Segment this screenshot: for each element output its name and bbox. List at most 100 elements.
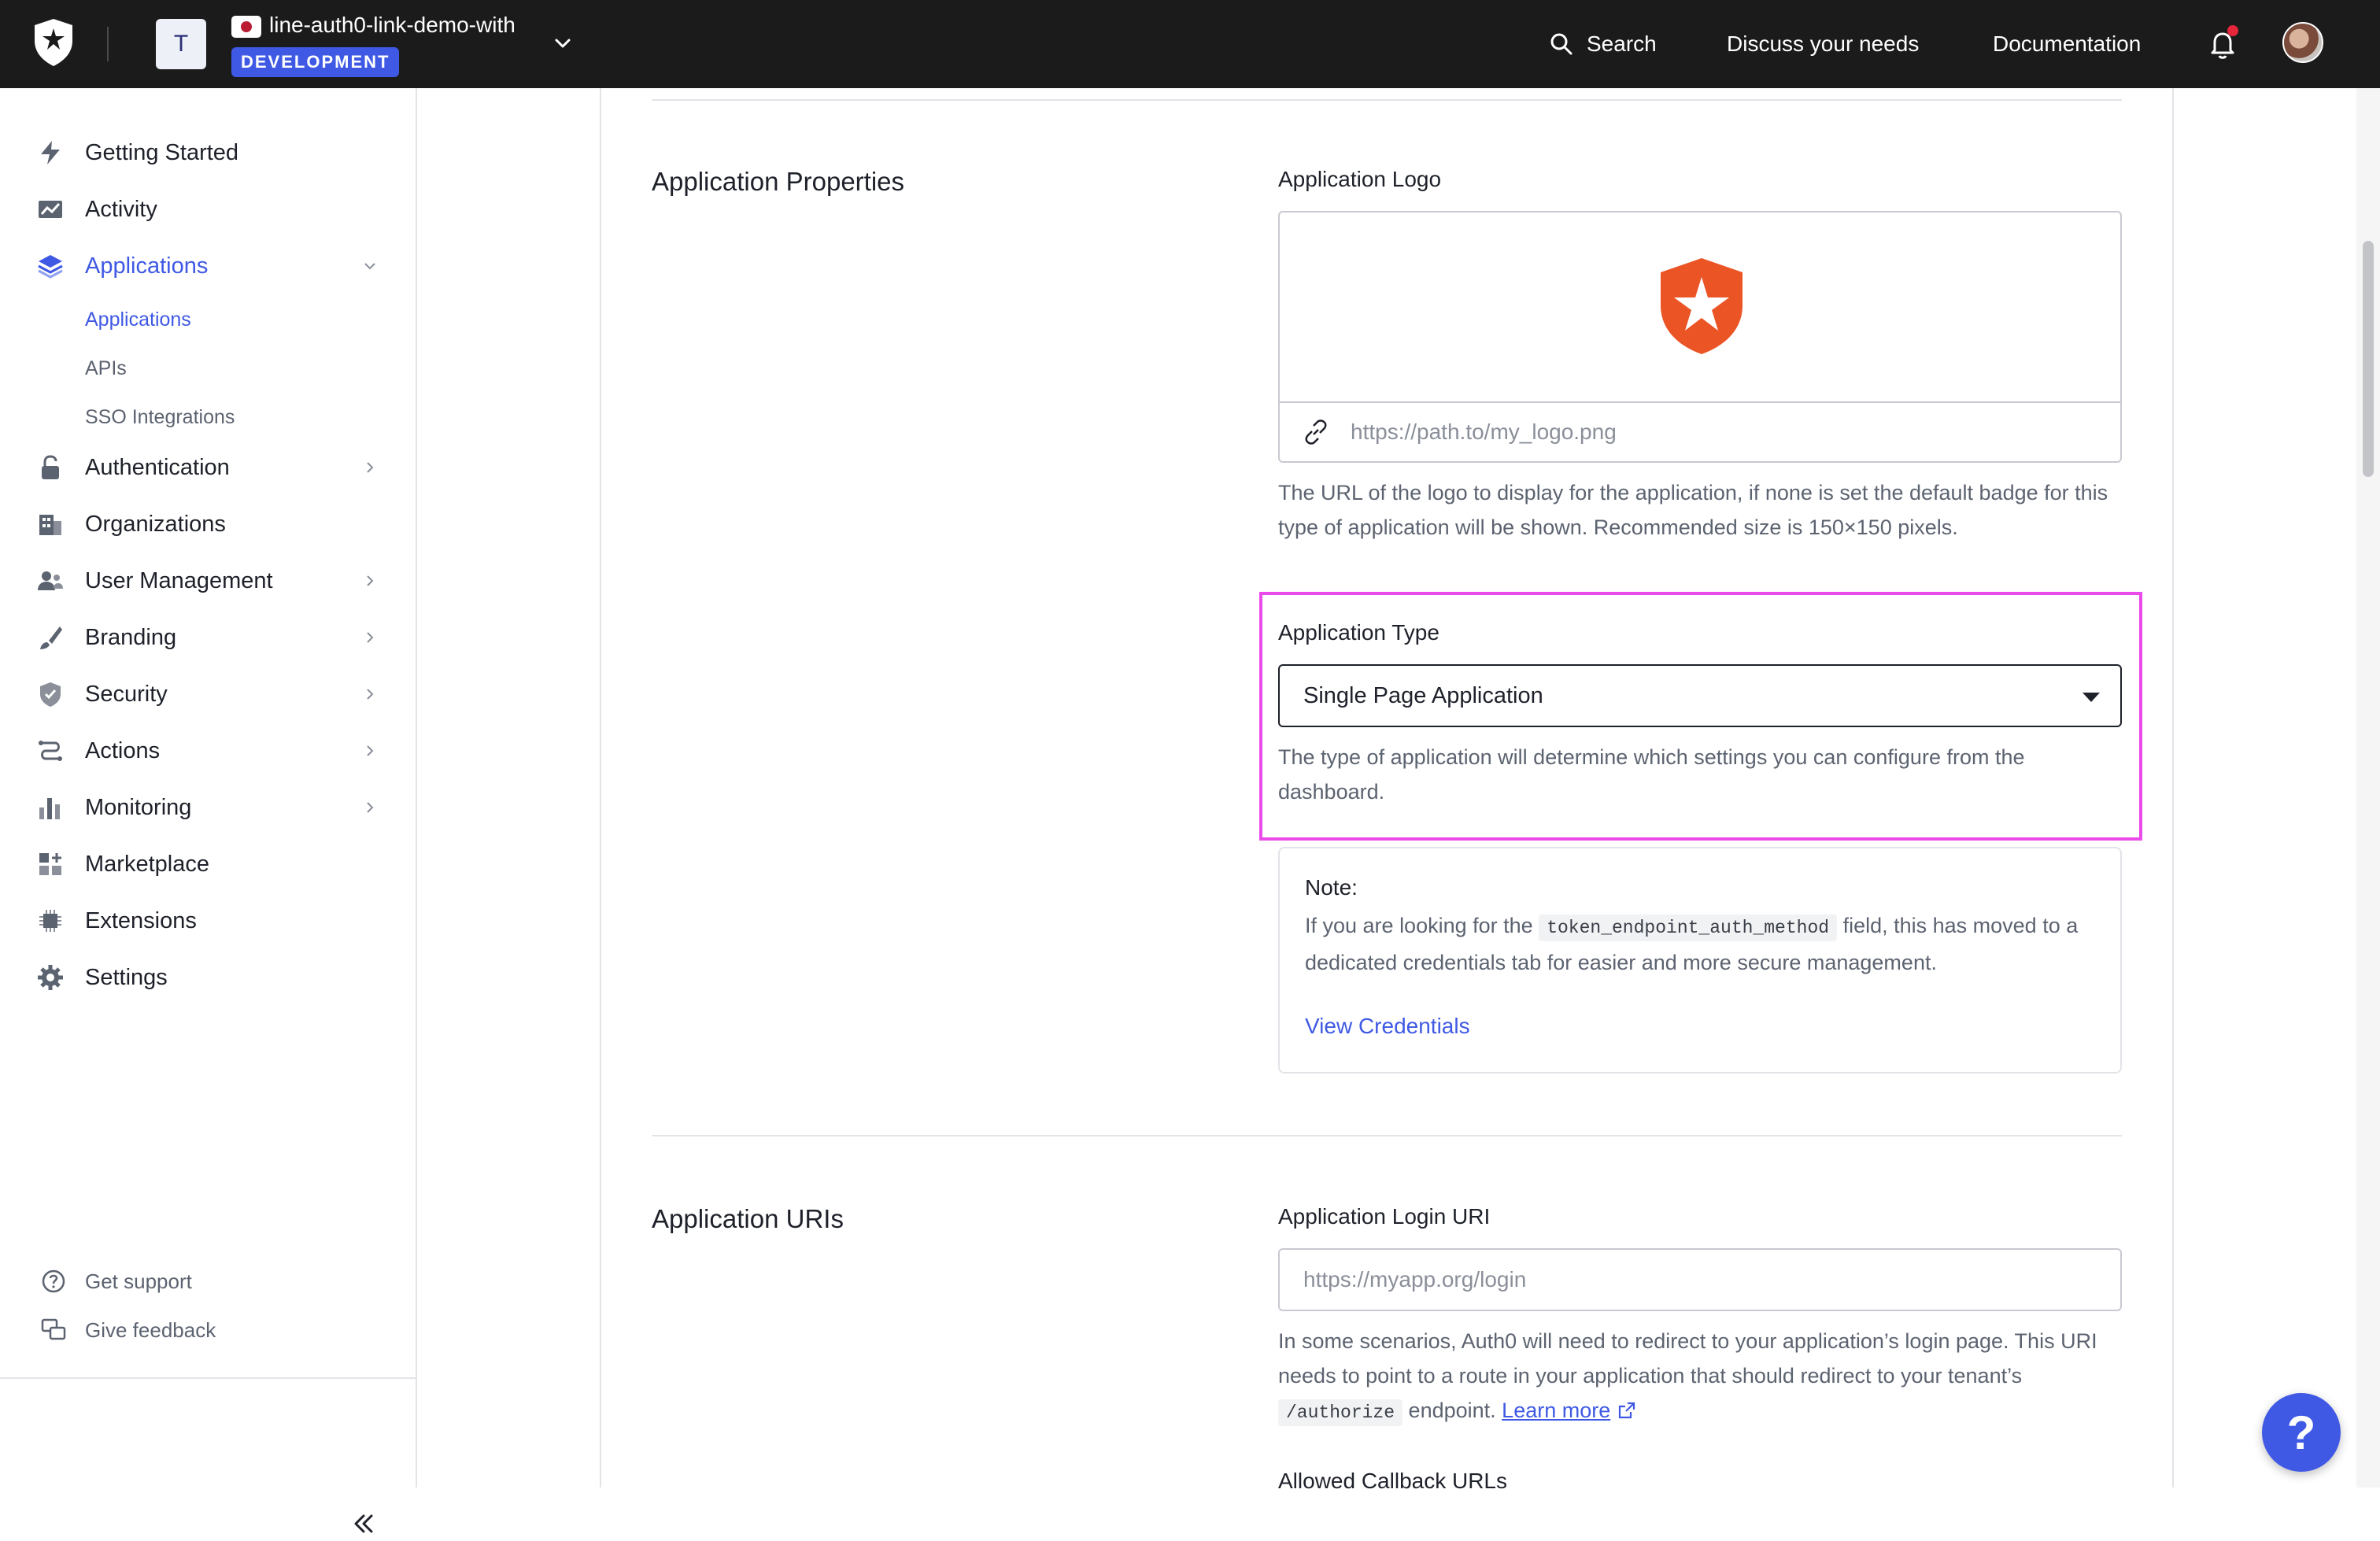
chart-line-icon	[35, 194, 66, 225]
search-label: Search	[1587, 31, 1657, 56]
login-help-after: endpoint.	[1408, 1399, 1496, 1422]
building-icon	[35, 508, 66, 540]
application-logo-field	[1278, 211, 2122, 463]
chevron-right-icon[interactable]	[359, 626, 381, 649]
sidebar-item-monitoring[interactable]: Monitoring	[35, 789, 381, 826]
sidebar-item-marketplace[interactable]: Marketplace	[35, 845, 381, 883]
bar-chart-icon	[35, 792, 66, 823]
get-support-label: Get support	[85, 1269, 192, 1293]
login-help-code: /authorize	[1278, 1399, 1403, 1426]
note-text-before: If you are looking for the	[1305, 914, 1533, 937]
sidebar-item-label: Organizations	[85, 511, 226, 537]
section-divider	[652, 1135, 2122, 1136]
sidebar-item-branding[interactable]: Branding	[35, 619, 381, 656]
chip-icon	[35, 905, 66, 937]
logo-url-input[interactable]	[1349, 419, 2057, 445]
sidebar-divider	[0, 1377, 416, 1379]
gear-icon	[35, 962, 66, 993]
application-type-help-text: The type of application will determine w…	[1278, 745, 2025, 804]
scrollbar-thumb[interactable]	[2363, 241, 2374, 477]
auth0-logo-icon[interactable]	[31, 17, 76, 68]
chevron-down-icon[interactable]	[359, 255, 381, 277]
sidebar-item-label: Extensions	[85, 907, 197, 933]
topbar-divider	[107, 27, 109, 61]
tenant-name[interactable]: line-auth0-link-demo-with	[269, 13, 538, 44]
application-logo-label: Application Logo	[1278, 167, 1442, 191]
flow-icon	[35, 735, 66, 767]
allowed-callback-urls-label: Allowed Callback URLs	[1278, 1469, 1508, 1493]
login-uri-input[interactable]	[1280, 1250, 2120, 1310]
lock-icon	[35, 452, 66, 483]
chevron-right-icon[interactable]	[359, 796, 381, 819]
collapse-sidebar-icon[interactable]	[346, 1506, 381, 1541]
section-divider	[652, 99, 2122, 101]
application-uris-title: Application URIs	[652, 1204, 844, 1233]
login-uri-help-text: In some scenarios, Auth0 will need to re…	[1278, 1324, 2128, 1430]
sidebar-subitem-sso-integrations[interactable]: SSO Integrations	[85, 401, 235, 433]
sidebar-item-label: Monitoring	[85, 794, 192, 820]
sidebar-item-authentication[interactable]: Authentication	[35, 449, 381, 486]
application-type-label: Application Type	[1278, 620, 1439, 645]
help-button[interactable]: ?	[2262, 1393, 2341, 1472]
sidebar-item-label: Marketplace	[85, 851, 209, 877]
login-uri-label: Application Login URI	[1278, 1204, 1491, 1229]
give-feedback-label: Give feedback	[85, 1317, 216, 1342]
sidebar-subitem-apis[interactable]: APIs	[85, 353, 127, 384]
discuss-needs-link[interactable]: Discuss your needs	[1727, 27, 1919, 61]
sidebar-item-user-management[interactable]: User Management	[35, 562, 381, 600]
sidebar-item-label: Settings	[85, 964, 168, 990]
layers-icon	[35, 250, 66, 282]
view-credentials-link[interactable]: View Credentials	[1305, 1014, 1470, 1039]
sidebar-item-label: User Management	[85, 567, 273, 593]
sidebar-item-label: Authentication	[85, 454, 230, 480]
sidebar-item-actions[interactable]: Actions	[35, 732, 381, 770]
sidebar-item-label: Getting Started	[85, 139, 239, 165]
application-type-value: Single Page Application	[1303, 682, 1543, 708]
caret-down-icon	[2082, 693, 2100, 702]
feedback-icon	[41, 1318, 66, 1340]
search-icon	[1550, 33, 1572, 55]
note-body: If you are looking for the token_endpoin…	[1305, 908, 2100, 980]
sidebar-item-applications[interactable]: Applications	[35, 247, 381, 285]
sidebar-item-label: Actions	[85, 737, 161, 763]
chevron-right-icon[interactable]	[359, 683, 381, 705]
user-avatar[interactable]	[2282, 22, 2323, 63]
sidebar-item-getting-started[interactable]: Getting Started	[35, 134, 381, 172]
help-circle-icon	[42, 1269, 65, 1293]
tenant-flag-icon	[231, 16, 261, 38]
notification-dot	[2227, 25, 2238, 36]
chevron-right-icon[interactable]	[359, 740, 381, 762]
sidebar-item-label: Branding	[85, 624, 177, 650]
sidebar-subitem-applications[interactable]: Applications	[85, 304, 191, 335]
sidebar-item-activity[interactable]: Activity	[35, 190, 381, 228]
give-feedback-link[interactable]: Give feedback	[39, 1314, 216, 1346]
note-code: token_endpoint_auth_method	[1539, 915, 1838, 941]
tenant-avatar[interactable]: T	[156, 19, 206, 69]
sidebar-item-extensions[interactable]: Extensions	[35, 902, 381, 940]
top-bar: T line-auth0-link-demo-with DEVELOPMENT …	[0, 0, 2380, 88]
sidebar-item-settings[interactable]: Settings	[35, 959, 381, 996]
search-button[interactable]: Search	[1549, 27, 1657, 61]
tenant-chevron-down-icon[interactable]	[551, 31, 575, 55]
sidebar-item-label: Applications	[85, 253, 209, 279]
shield-icon	[35, 678, 66, 710]
chevron-right-icon[interactable]	[359, 570, 381, 592]
sidebar-item-organizations[interactable]: Organizations	[35, 505, 381, 543]
sidebar-item-security[interactable]: Security	[35, 675, 381, 713]
application-type-select[interactable]: Single Page Application	[1278, 664, 2122, 727]
get-support-link[interactable]: Get support	[39, 1266, 192, 1297]
users-icon	[35, 565, 66, 597]
documentation-link[interactable]: Documentation	[1993, 27, 2141, 61]
note-title: Note:	[1305, 875, 1358, 900]
brush-icon	[35, 622, 66, 653]
learn-more-link[interactable]: Learn more	[1502, 1399, 1610, 1422]
logo-url-row	[1280, 403, 2120, 461]
logo-help-text: The URL of the logo to display for the a…	[1278, 481, 2108, 539]
login-uri-field	[1278, 1248, 2122, 1311]
external-link-icon	[1618, 1402, 1635, 1419]
sidebar: Getting Started Activity Applications Ap…	[0, 88, 417, 1533]
credentials-note: Note: If you are looking for the token_e…	[1278, 847, 2122, 1074]
chevron-right-icon[interactable]	[359, 456, 381, 479]
auth0-badge-logo-icon	[1661, 258, 1743, 354]
sidebar-item-label: Security	[85, 681, 168, 707]
